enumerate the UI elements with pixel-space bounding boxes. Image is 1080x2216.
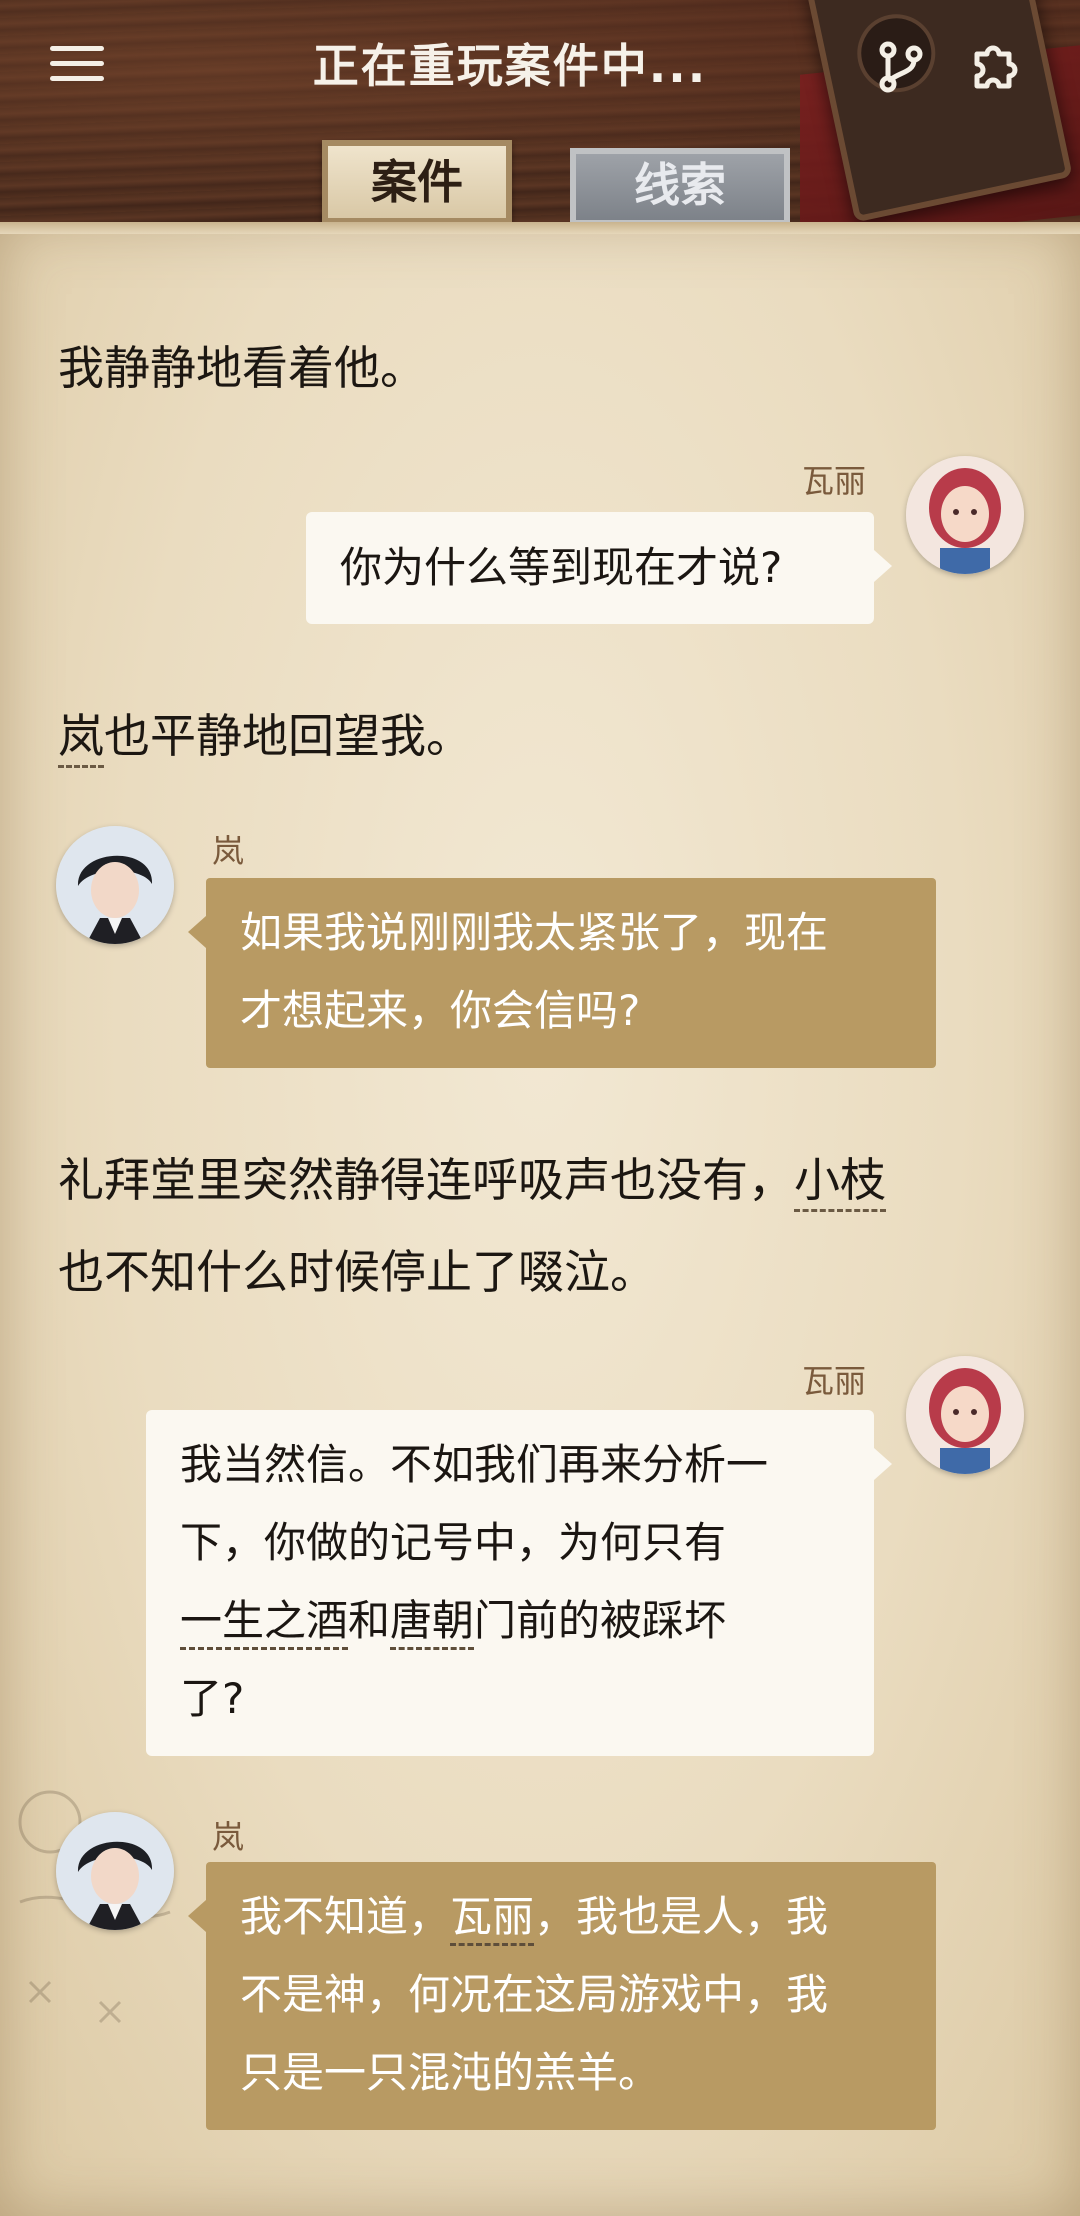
dialogue-bubble-2: 如果我说刚刚我太紧张了，现在 才想起来，你会信吗? [188,878,936,1068]
keyword-yisheng-zhijiu[interactable]: 一生之酒 [180,1596,349,1650]
avatar-wali [906,456,1024,574]
dialogue-4-line-3: 只是一只混沌的羔羊。 [240,2048,661,2097]
keyword-tangchao[interactable]: 唐朝 [390,1596,475,1650]
settings-puzzle-icon[interactable] [965,34,1029,98]
dialogue-4-line-2: 不是神，何况在这局游戏中，我 [240,1970,829,2019]
speaker-name-wali: 瓦丽 [802,462,867,500]
tab-clues[interactable]: 线索 [570,148,790,226]
dialogue-3-line-3: 一生之酒和唐朝门前的被踩坏 [180,1582,840,1660]
menu-icon[interactable] [50,42,106,86]
speaker-name-lan-2: 岚 [212,1818,245,1856]
dialogue-bubble-1: 你为什么等到现在才说? [306,512,892,624]
narration-3: 礼拜堂里突然静得连呼吸声也没有，小枝 也不知什么时候停止了啜泣。 [58,1134,1018,1318]
dialogue-4-text-a: 我不知道， [240,1892,451,1941]
tab-case[interactable]: 案件 [322,140,512,224]
narration-2-text: 也平静地回望我。 [104,709,472,763]
keyword-lan[interactable]: 岚 [58,709,104,768]
narration-1: 我静静地看着他。 [58,341,426,395]
dialogue-2-line-2: 才想起来，你会信吗? [240,986,641,1035]
avatar-lan-2 [56,1812,174,1930]
keyword-xiaozhi[interactable]: 小枝 [794,1153,886,1212]
dialogue-3-line-1: 我当然信。不如我们再来分析一 [180,1440,769,1489]
speaker-name-wali-2: 瓦丽 [802,1362,867,1400]
avatar-lan [56,826,174,944]
narration-3-text-b: 也不知什么时候停止了啜泣。 [58,1245,656,1299]
dialogue-bubble-3: 我当然信。不如我们再来分析一 下，你做的记号中，为何只有 一生之酒和唐朝门前的被… [146,1410,892,1756]
header: 正在重玩案件中... [0,20,1080,110]
speaker-name-lan: 岚 [212,832,245,870]
keyword-wali[interactable]: 瓦丽 [450,1892,535,1946]
dialogue-2-line-1: 如果我说刚刚我太紧张了，现在 [240,908,829,957]
dialogue-3-text-c: 门前的被踩坏 [474,1596,727,1645]
dialogue-3-line-2: 下，你做的记号中，为何只有 [180,1518,727,1567]
dialogue-bubble-4: 我不知道，瓦丽，我也是人，我 不是神，何况在这局游戏中，我 只是一只混沌的羔羊。 [188,1862,936,2130]
dialogue-4-line-1: 我不知道，瓦丽，我也是人，我 [240,1878,902,1956]
narration-3-text-a: 礼拜堂里突然静得连呼吸声也没有， [58,1153,794,1207]
branch-icon[interactable] [870,38,930,98]
avatar-wali-2 [906,1356,1024,1474]
page-title: 正在重玩案件中... [312,39,708,93]
dialogue-text-1: 你为什么等到现在才说? [340,543,783,592]
dialogue-3-line-4: 了? [180,1674,245,1723]
dialogue-3-and: 和 [348,1596,391,1645]
narration-2: 岚也平静地回望我。 [58,690,1018,782]
dialogue-4-text-b: ，我也是人，我 [534,1892,829,1941]
